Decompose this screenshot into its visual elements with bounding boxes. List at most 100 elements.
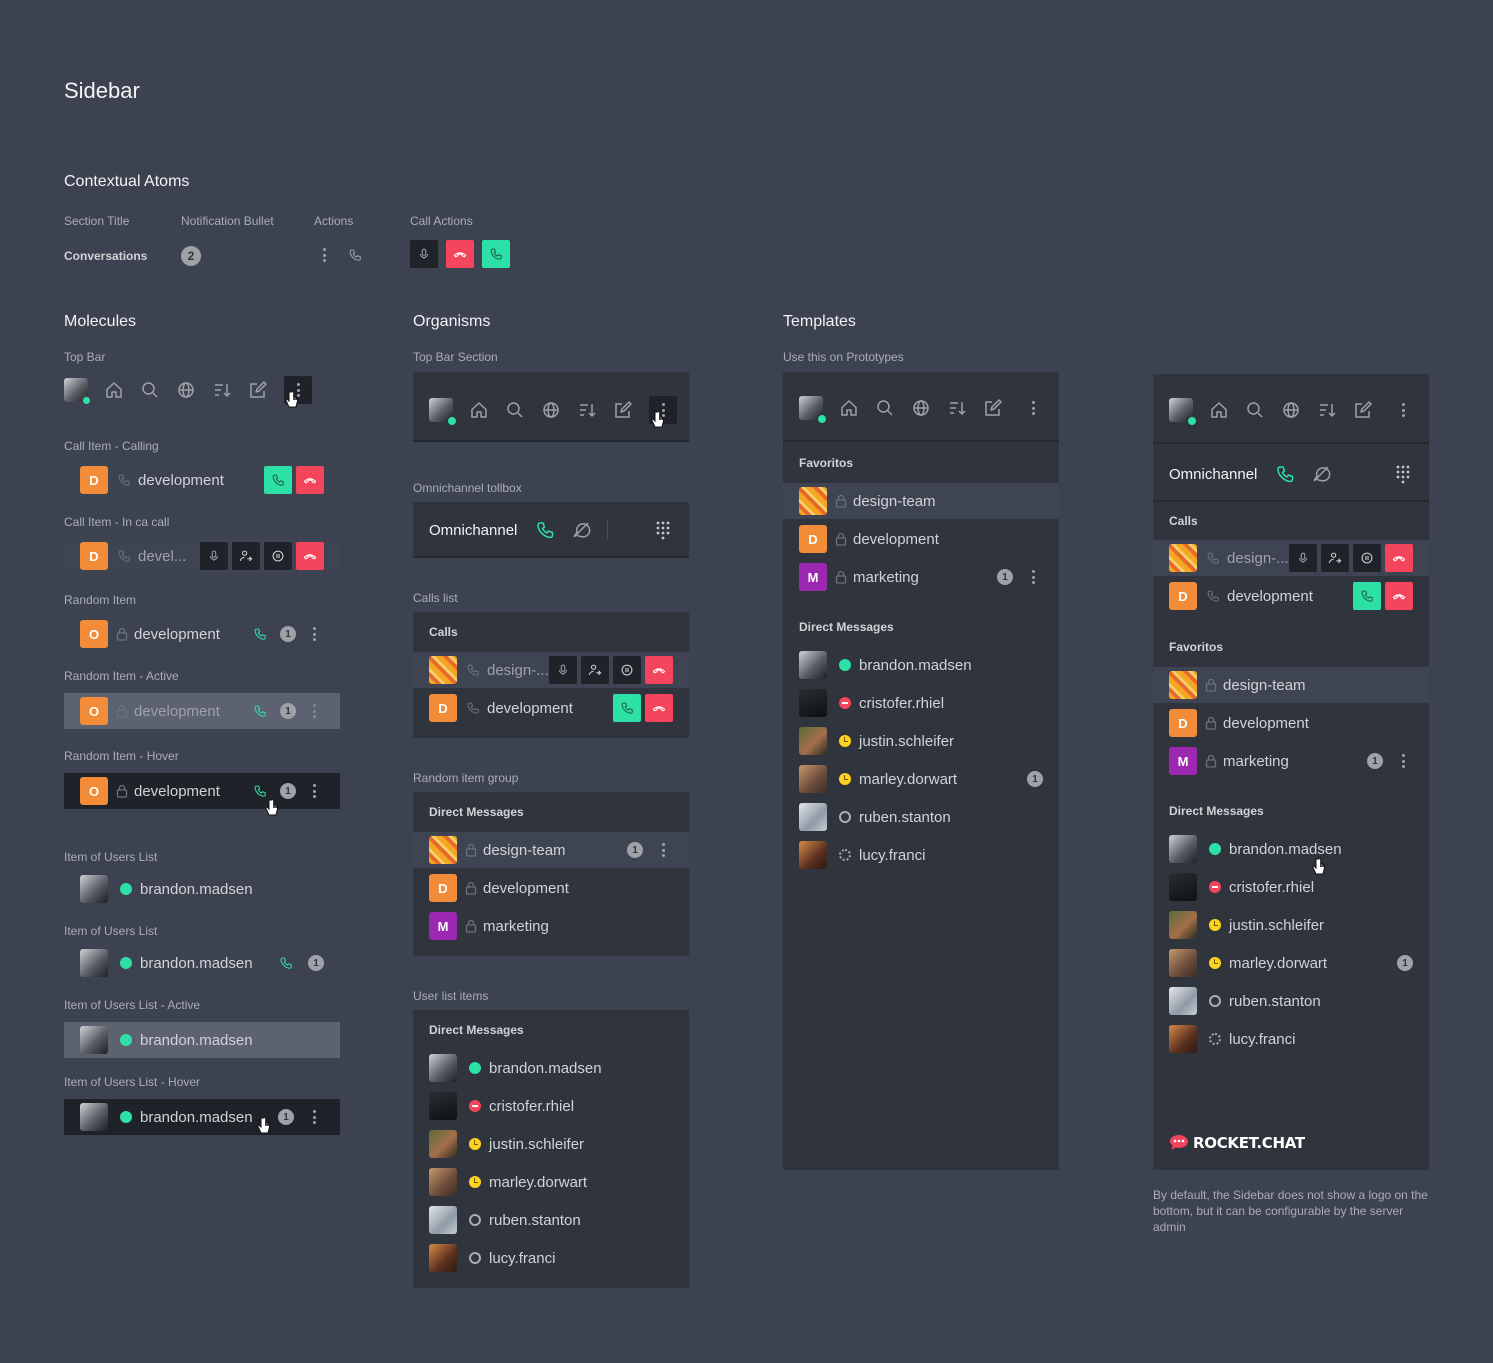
hold-button[interactable]	[1353, 544, 1381, 572]
mute-button[interactable]	[1289, 544, 1317, 572]
user-avatar[interactable]	[1169, 398, 1198, 427]
user-item[interactable]: justin.schleifer	[783, 723, 1059, 759]
user-avatar[interactable]	[429, 398, 458, 427]
sort-icon[interactable]	[1317, 400, 1337, 420]
user-item-call[interactable]: brandon.madsen 1	[64, 945, 340, 981]
mute-button[interactable]	[200, 542, 228, 570]
phone-icon[interactable]	[276, 953, 296, 973]
transfer-button[interactable]	[581, 656, 609, 684]
list-item[interactable]: D development	[1153, 705, 1429, 741]
call-item-in-call[interactable]: design-...	[1153, 540, 1429, 576]
kebab-icon[interactable]	[312, 1110, 316, 1124]
kebab-icon[interactable]	[322, 248, 326, 262]
hangup-button[interactable]	[1385, 544, 1413, 572]
directory-icon[interactable]	[541, 400, 561, 420]
user-item[interactable]: lucy.franci	[413, 1240, 689, 1276]
create-new-icon[interactable]	[248, 380, 268, 400]
answer-button[interactable]	[1353, 582, 1381, 610]
user-item-hover[interactable]: brandon.madsen 1	[64, 1099, 340, 1135]
random-item-active[interactable]: O development 1	[64, 693, 340, 729]
hangup-button[interactable]	[446, 240, 474, 268]
user-item[interactable]: brandon.madsen	[783, 647, 1059, 683]
kebab-icon[interactable]	[661, 843, 665, 857]
user-item[interactable]: lucy.franci	[783, 837, 1059, 873]
phone-icon[interactable]	[1275, 464, 1295, 484]
kebab-icon[interactable]	[1031, 401, 1035, 415]
random-item[interactable]: O development 1	[64, 616, 340, 652]
directory-icon[interactable]	[911, 398, 931, 418]
sort-icon[interactable]	[577, 400, 597, 420]
hangup-button[interactable]	[1385, 582, 1413, 610]
hangup-button[interactable]	[296, 542, 324, 570]
user-item[interactable]: brandon.madsen	[64, 871, 340, 907]
phone-icon[interactable]	[250, 701, 270, 721]
list-item[interactable]: M marketing	[413, 908, 689, 944]
user-item[interactable]: cristofer.rhiel	[413, 1088, 689, 1124]
user-item[interactable]: marley.dorwart 1	[783, 761, 1059, 797]
transfer-button[interactable]	[1321, 544, 1349, 572]
search-icon[interactable]	[140, 380, 160, 400]
list-item[interactable]: D development	[413, 870, 689, 906]
phone-icon[interactable]	[345, 245, 365, 265]
directory-icon[interactable]	[176, 380, 196, 400]
call-item-calling[interactable]: D development	[413, 690, 689, 726]
user-avatar[interactable]	[799, 396, 828, 425]
search-icon[interactable]	[875, 398, 895, 418]
list-item[interactable]: design-team	[783, 483, 1059, 519]
list-item[interactable]: design-team 1	[413, 832, 689, 868]
call-item-in-call[interactable]: D devel...	[64, 538, 340, 574]
answer-button[interactable]	[613, 694, 641, 722]
user-item[interactable]: ruben.stanton	[413, 1202, 689, 1238]
dialpad-icon[interactable]	[1393, 464, 1413, 484]
user-item[interactable]: justin.schleifer	[413, 1126, 689, 1162]
sort-icon[interactable]	[947, 398, 967, 418]
random-item-hover[interactable]: O development 1	[64, 773, 340, 809]
user-item[interactable]: cristofer.rhiel	[783, 685, 1059, 721]
hangup-button[interactable]	[645, 656, 673, 684]
chat-disabled-icon[interactable]	[571, 520, 591, 540]
hangup-button[interactable]	[645, 694, 673, 722]
user-item[interactable]: marley.dorwart 1	[1153, 945, 1429, 981]
sort-icon[interactable]	[212, 380, 232, 400]
user-item[interactable]: ruben.stanton	[1153, 983, 1429, 1019]
kebab-icon[interactable]	[1401, 754, 1405, 768]
kebab-icon[interactable]	[312, 784, 316, 798]
phone-icon[interactable]	[250, 624, 270, 644]
call-item-calling[interactable]: D development	[1153, 578, 1429, 614]
transfer-button[interactable]	[232, 542, 260, 570]
user-item[interactable]: ruben.stanton	[783, 799, 1059, 835]
user-avatar[interactable]	[64, 378, 92, 406]
chat-disabled-icon[interactable]	[1311, 464, 1331, 484]
call-item-in-call[interactable]: design-...	[413, 652, 689, 688]
user-item[interactable]: brandon.madsen	[1153, 831, 1429, 867]
create-new-icon[interactable]	[983, 398, 1003, 418]
kebab-icon[interactable]	[312, 627, 316, 641]
kebab-icon[interactable]	[1401, 403, 1405, 417]
create-new-icon[interactable]	[613, 400, 633, 420]
user-item[interactable]: cristofer.rhiel	[1153, 869, 1429, 905]
home-icon[interactable]	[1209, 400, 1229, 420]
list-item[interactable]: D development	[783, 521, 1059, 557]
user-item[interactable]: lucy.franci	[1153, 1021, 1429, 1057]
kebab-icon[interactable]	[312, 704, 316, 718]
hold-button[interactable]	[264, 542, 292, 570]
home-icon[interactable]	[469, 400, 489, 420]
user-item[interactable]: justin.schleifer	[1153, 907, 1429, 943]
user-item[interactable]: brandon.madsen	[413, 1050, 689, 1086]
list-item[interactable]: design-team	[1153, 667, 1429, 703]
list-item[interactable]: M marketing 1	[1153, 743, 1429, 779]
call-item-calling[interactable]: D development	[64, 462, 340, 498]
create-new-icon[interactable]	[1353, 400, 1373, 420]
list-item[interactable]: M marketing 1	[783, 559, 1059, 595]
dialpad-icon[interactable]	[653, 520, 673, 540]
mute-button[interactable]	[410, 240, 438, 268]
search-icon[interactable]	[505, 400, 525, 420]
answer-button[interactable]	[482, 240, 510, 268]
user-item[interactable]: marley.dorwart	[413, 1164, 689, 1200]
hangup-button[interactable]	[296, 466, 324, 494]
directory-icon[interactable]	[1281, 400, 1301, 420]
search-icon[interactable]	[1245, 400, 1265, 420]
phone-icon[interactable]	[535, 520, 555, 540]
home-icon[interactable]	[839, 398, 859, 418]
home-icon[interactable]	[104, 380, 124, 400]
